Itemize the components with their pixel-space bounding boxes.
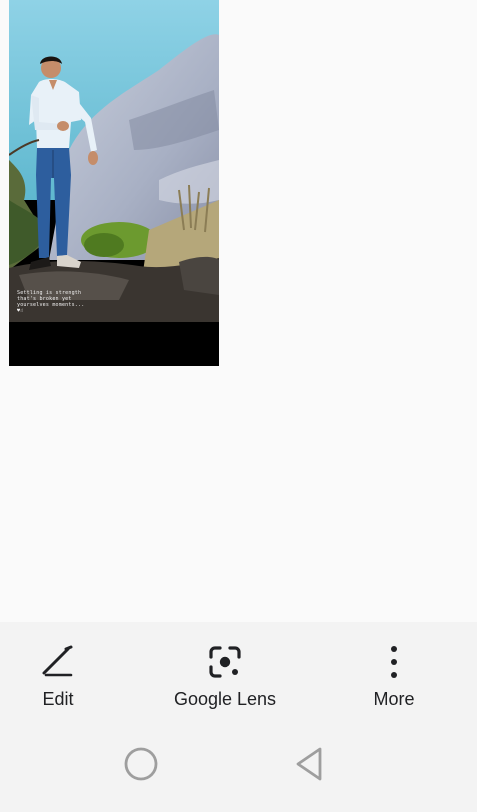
- google-lens-label: Google Lens: [173, 689, 277, 709]
- photo-caption: Settling is strength that's broken yet y…: [17, 290, 85, 314]
- more-button[interactable]: More: [319, 622, 469, 722]
- back-triangle-icon: [292, 745, 326, 788]
- back-button[interactable]: [289, 746, 329, 786]
- photo-viewer: Settling is strength that's broken yet y…: [0, 0, 477, 622]
- action-bar: Edit Google Lens More: [0, 622, 477, 722]
- edit-pencil-icon: [38, 642, 78, 682]
- home-circle-icon: [122, 745, 160, 788]
- edit-label: Edit: [42, 689, 74, 709]
- home-button[interactable]: [121, 746, 161, 786]
- google-lens-button[interactable]: Google Lens: [150, 622, 300, 722]
- more-label: More: [373, 689, 415, 709]
- photo[interactable]: Settling is strength that's broken yet y…: [9, 0, 219, 366]
- google-lens-icon: [205, 642, 245, 682]
- more-vertical-icon: [374, 642, 414, 682]
- edit-button[interactable]: Edit: [0, 622, 133, 722]
- system-navigation-bar: [0, 722, 477, 812]
